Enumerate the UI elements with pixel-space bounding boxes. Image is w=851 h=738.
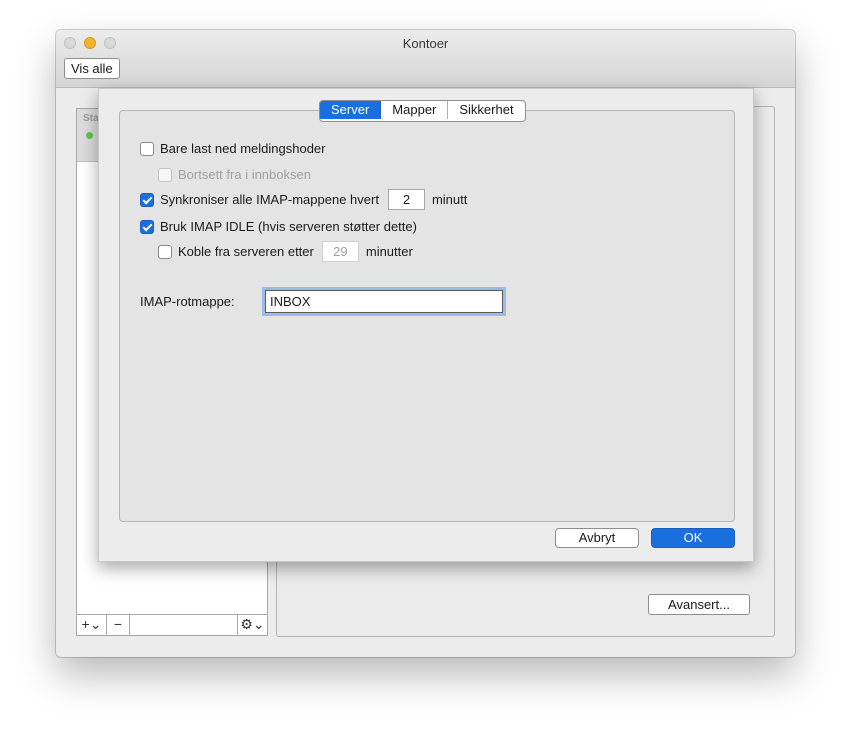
online-status-icon bbox=[86, 132, 93, 139]
root-folder-input[interactable]: INBOX bbox=[265, 290, 503, 313]
imap-idle-label: Bruk IMAP IDLE (hvis serveren støtter de… bbox=[160, 219, 417, 234]
show-all-button[interactable]: Vis alle bbox=[64, 58, 120, 79]
settings-panel: Bare last ned meldingshoder Bortsett fra… bbox=[119, 110, 735, 522]
sync-all-checkbox[interactable] bbox=[140, 192, 154, 207]
add-account-button[interactable]: +⌄ bbox=[77, 615, 107, 635]
headers-only-option[interactable]: Bare last ned meldingshoder bbox=[140, 141, 326, 156]
title-bar: Kontoer Vis alle bbox=[56, 30, 795, 88]
except-inbox-option: Bortsett fra i innboksen bbox=[158, 167, 311, 182]
settings-tabs: Server Mapper Sikkerhet bbox=[319, 100, 526, 122]
tab-mapper[interactable]: Mapper bbox=[381, 101, 449, 119]
window-title: Kontoer bbox=[402, 36, 449, 51]
tab-sikkerhet[interactable]: Sikkerhet bbox=[448, 101, 524, 119]
sync-interval-field[interactable]: 2 bbox=[387, 189, 425, 210]
server-settings-sheet: Bare last ned meldingshoder Bortsett fra… bbox=[98, 88, 754, 562]
gear-menu-button[interactable]: ⚙⌄ bbox=[237, 615, 267, 635]
sync-interval-unit: minutt bbox=[431, 192, 468, 207]
root-folder-label-row: IMAP-rotmappe: bbox=[140, 294, 235, 309]
headers-only-checkbox[interactable] bbox=[140, 141, 154, 156]
disconnect-minutes-field: 29 bbox=[321, 241, 359, 262]
sync-all-option[interactable]: Synkroniser alle IMAP-mappene hvert 2 mi… bbox=[140, 189, 467, 210]
except-inbox-checkbox bbox=[158, 167, 172, 182]
disconnect-checkbox[interactable] bbox=[158, 244, 172, 259]
advanced-button[interactable]: Avansert... bbox=[648, 594, 750, 615]
headers-only-label: Bare last ned meldingshoder bbox=[160, 141, 326, 156]
root-folder-label: IMAP-rotmappe: bbox=[140, 294, 235, 309]
disconnect-label: Koble fra serveren etter bbox=[178, 244, 314, 259]
imap-idle-option[interactable]: Bruk IMAP IDLE (hvis serveren støtter de… bbox=[140, 219, 417, 234]
remove-account-button[interactable]: − bbox=[107, 615, 130, 635]
imap-idle-checkbox[interactable] bbox=[140, 219, 154, 234]
disconnect-minutes-unit: minutter bbox=[365, 244, 413, 259]
disconnect-option[interactable]: Koble fra serveren etter 29 minutter bbox=[158, 241, 413, 262]
except-inbox-label: Bortsett fra i innboksen bbox=[178, 167, 311, 182]
ok-button[interactable]: OK bbox=[651, 528, 735, 548]
account-list-footer: +⌄ − ⚙⌄ bbox=[77, 614, 267, 635]
sync-all-label: Synkroniser alle IMAP-mappene hvert bbox=[160, 192, 379, 207]
tab-server[interactable]: Server bbox=[320, 101, 382, 119]
account-status-label: Sta bbox=[83, 113, 99, 124]
cancel-button[interactable]: Avbryt bbox=[555, 528, 639, 548]
